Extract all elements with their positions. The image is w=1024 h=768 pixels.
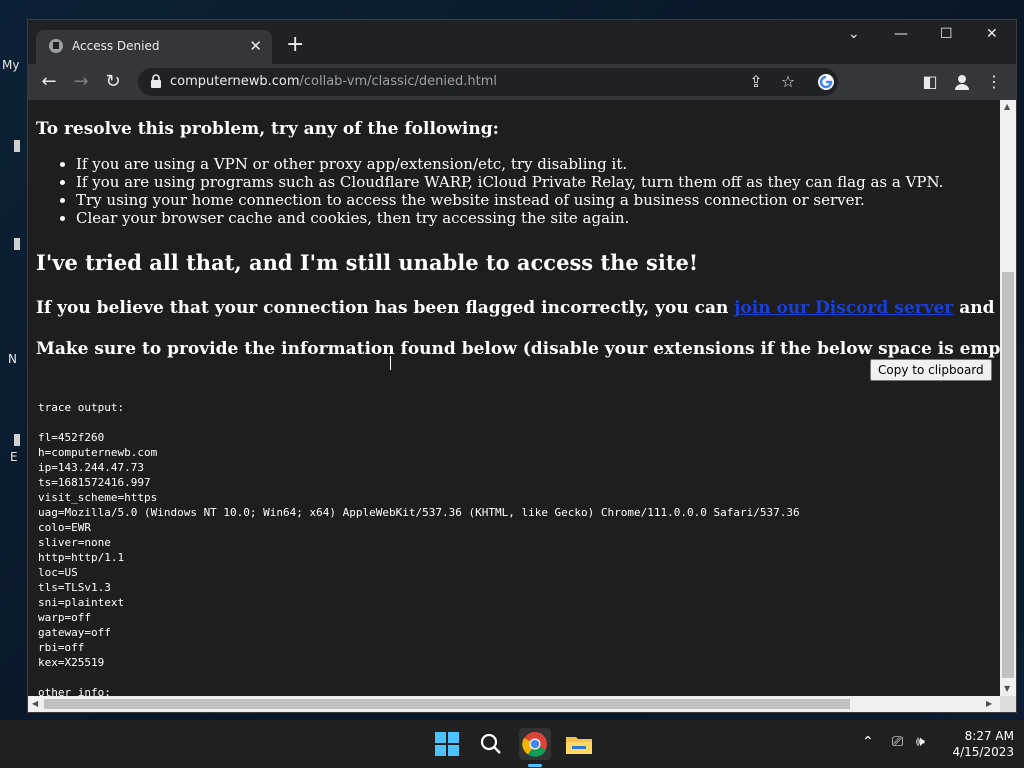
windows-start-icon[interactable] <box>431 728 463 760</box>
clock-time: 8:27 AM <box>964 729 1014 743</box>
flagged-suffix: and open a ticket. <box>959 298 1000 318</box>
forward-arrow-icon[interactable]: → <box>70 71 92 93</box>
scroll-down-arrow-icon[interactable]: ▼ <box>1004 684 1010 693</box>
scroll-left-arrow-icon[interactable]: ◀ <box>32 699 38 708</box>
side-panel-icon[interactable]: ◧ <box>920 72 940 92</box>
scroll-right-arrow-icon[interactable]: ▶ <box>986 699 992 708</box>
desktop-icon-label: E <box>10 450 18 464</box>
close-window-icon[interactable]: ✕ <box>986 26 998 42</box>
system-clock[interactable]: 8:27 AM 4/15/2023 <box>940 728 1014 760</box>
minimize-icon[interactable]: — <box>894 26 908 42</box>
tried-heading: I've tried all that, and I'm still unabl… <box>36 250 699 275</box>
tab-access-denied[interactable]: Access Denied ✕ <box>36 30 272 64</box>
browser-toolbar: ← → ↻ computernewb.com/collab-vm/classic… <box>28 64 1016 100</box>
file-explorer-icon[interactable] <box>563 728 595 760</box>
tips-list: If you are using a VPN or other proxy ap… <box>36 155 943 227</box>
menu-kebab-icon[interactable]: ⋮ <box>984 72 1004 92</box>
url-text[interactable]: computernewb.com/collab-vm/classic/denie… <box>170 74 497 89</box>
url-host: computernewb.com <box>170 74 300 89</box>
back-arrow-icon[interactable]: ← <box>38 71 60 93</box>
browser-window: Access Denied ✕ + ⌄ — ☐ ✕ ← → ↻ computer… <box>28 20 1016 712</box>
chrome-icon[interactable] <box>519 728 551 760</box>
computernewb-favicon-icon <box>49 39 63 53</box>
desktop-icon[interactable] <box>14 238 20 250</box>
list-item: Clear your browser cache and cookies, th… <box>76 209 943 227</box>
clock-date: 4/15/2023 <box>952 745 1014 759</box>
tab-title: Access Denied <box>72 39 160 53</box>
vertical-scrollbar[interactable]: ▲ ▼ <box>1000 100 1016 696</box>
scroll-up-arrow-icon[interactable]: ▲ <box>1004 102 1010 111</box>
desktop-icon[interactable] <box>14 434 20 446</box>
lock-icon[interactable] <box>150 74 162 88</box>
google-lens-icon[interactable] <box>816 72 836 92</box>
list-item: If you are using a VPN or other proxy ap… <box>76 155 943 173</box>
horizontal-scroll-thumb[interactable] <box>44 699 850 709</box>
new-tab-plus-icon[interactable]: + <box>286 34 304 56</box>
profile-avatar-icon[interactable] <box>952 72 972 92</box>
resolve-heading: To resolve this problem, try any of the … <box>36 119 499 139</box>
flagged-prefix: If you believe that your connection has … <box>36 298 735 318</box>
vertical-scroll-thumb[interactable] <box>1002 272 1014 678</box>
tab-search-chevron-icon[interactable]: ⌄ <box>848 26 860 42</box>
scrollbar-corner <box>1000 696 1016 712</box>
taskbar: ⌃ ⎚ 🕪 8:27 AM 4/15/2023 <box>0 720 1024 768</box>
desktop-icon-label: N <box>8 352 17 366</box>
flagged-text: If you believe that your connection has … <box>36 298 1000 318</box>
list-item: Try using your home connection to access… <box>76 191 943 209</box>
list-item: If you are using programs such as Cloudf… <box>76 173 943 191</box>
active-app-indicator <box>528 764 542 767</box>
volume-icon[interactable]: 🕪 <box>916 734 925 750</box>
bookmark-star-icon[interactable]: ☆ <box>778 72 798 92</box>
maximize-icon[interactable]: ☐ <box>940 26 953 42</box>
url-path: /collab-vm/classic/denied.html <box>299 74 498 89</box>
tab-close-icon[interactable]: ✕ <box>249 37 262 55</box>
reload-icon[interactable]: ↻ <box>102 71 124 93</box>
tab-strip: Access Denied ✕ + ⌄ — ☐ ✕ <box>28 20 1016 64</box>
trace-output[interactable]: trace output: fl=452f260 h=computernewb.… <box>38 400 800 696</box>
page-content: To resolve this problem, try any of the … <box>28 100 1000 696</box>
network-icon[interactable]: ⎚ <box>892 734 903 750</box>
tray-overflow-chevron-icon[interactable]: ⌃ <box>862 734 874 750</box>
search-icon[interactable] <box>475 728 507 760</box>
copy-to-clipboard-button[interactable]: Copy to clipboard <box>870 359 992 381</box>
desktop-icon[interactable] <box>14 140 20 152</box>
desktop-icon-label: My <box>2 58 20 72</box>
text-cursor <box>390 356 391 370</box>
discord-server-link[interactable]: join our Discord server <box>734 298 953 318</box>
share-icon[interactable]: ⇪ <box>746 72 766 92</box>
horizontal-scrollbar[interactable]: ◀ ▶ <box>28 696 1000 712</box>
provide-info-text: Make sure to provide the information fou… <box>36 339 1000 359</box>
address-bar[interactable]: computernewb.com/collab-vm/classic/denie… <box>138 68 838 96</box>
